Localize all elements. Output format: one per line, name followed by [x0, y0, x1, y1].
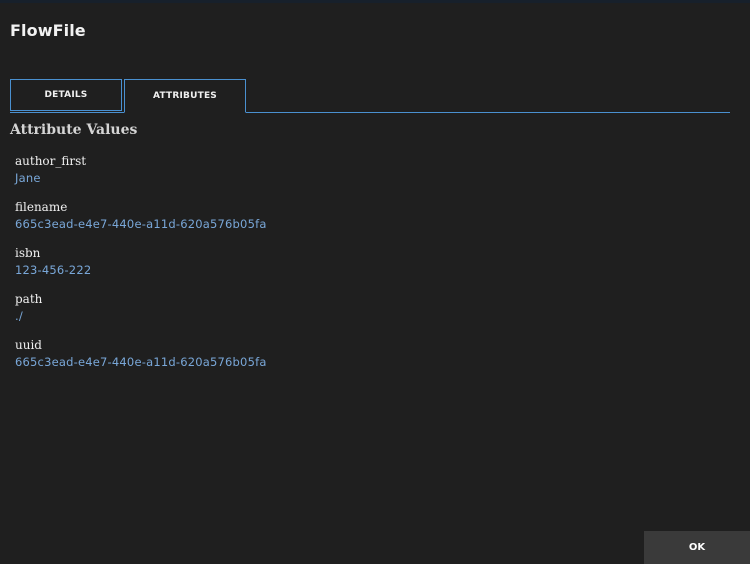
attribute-item: filename 665c3ead-e4e7-440e-a11d-620a576…	[15, 199, 715, 245]
attribute-item: author_first Jane	[15, 153, 715, 199]
tab-details[interactable]: DETAILS	[10, 79, 122, 111]
attribute-value: 665c3ead-e4e7-440e-a11d-620a576b05fa	[15, 355, 267, 369]
attribute-value: 665c3ead-e4e7-440e-a11d-620a576b05fa	[15, 217, 267, 231]
attribute-item: isbn 123-456-222	[15, 245, 715, 291]
attribute-name: author_first	[15, 154, 87, 168]
attribute-value: ./	[15, 309, 23, 323]
ok-button[interactable]: OK	[644, 531, 750, 564]
flowfile-dialog: FlowFile DETAILS ATTRIBUTES Attribute Va…	[0, 0, 750, 564]
attribute-item: uuid 665c3ead-e4e7-440e-a11d-620a576b05f…	[15, 337, 715, 383]
tab-bar: DETAILS ATTRIBUTES	[10, 79, 730, 113]
attribute-name: isbn	[15, 246, 41, 260]
tab-attributes[interactable]: ATTRIBUTES	[124, 79, 246, 113]
attribute-value: 123-456-222	[15, 263, 92, 277]
attribute-list: author_first Jane filename 665c3ead-e4e7…	[15, 153, 715, 383]
attribute-name: filename	[15, 200, 68, 214]
dialog-title: FlowFile	[10, 21, 86, 40]
attribute-name: uuid	[15, 338, 42, 352]
attribute-item: path ./	[15, 291, 715, 337]
section-title: Attribute Values	[10, 122, 138, 138]
attribute-value: Jane	[15, 171, 41, 185]
attribute-name: path	[15, 292, 43, 306]
